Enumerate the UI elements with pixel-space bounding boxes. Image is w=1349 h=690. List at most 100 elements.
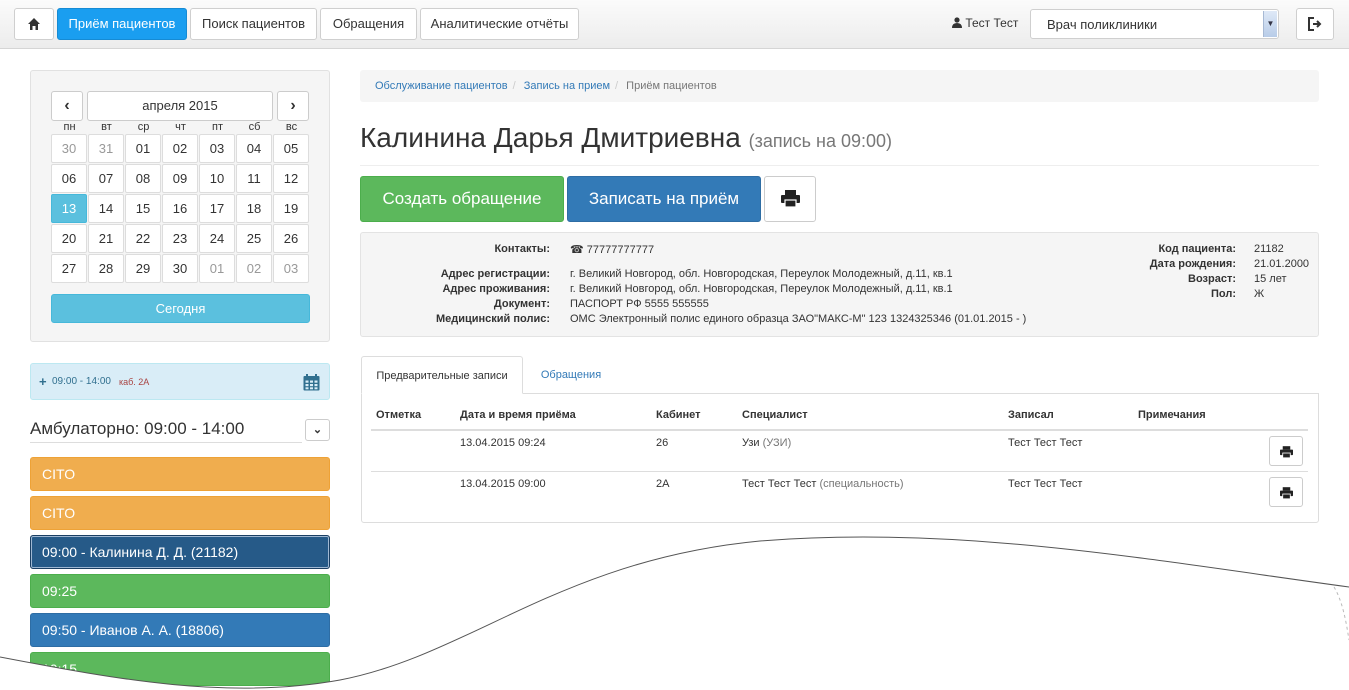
calendar-day[interactable]: 25 (236, 224, 272, 253)
calendar-day[interactable]: 11 (236, 164, 272, 193)
weekday-label: пт (212, 121, 223, 133)
calendar-day[interactable]: 09 (162, 164, 198, 193)
document-value: ПАСПОРТ РФ 5555 555555 (570, 298, 709, 310)
phone-icon: ☎ (570, 244, 584, 256)
calendar-day[interactable]: 04 (236, 134, 272, 163)
print-button[interactable] (764, 176, 816, 222)
schedule-info[interactable]: + 09:00 - 14:00 каб. 2А (30, 363, 330, 400)
cell-specialist: Тест Тест Тест (специальность) (742, 478, 904, 490)
calendar-day[interactable]: 15 (125, 194, 161, 223)
appointment-note: (запись на 09:00) (748, 131, 893, 151)
row-print-button[interactable] (1269, 477, 1303, 507)
calendar-day[interactable]: 12 (273, 164, 309, 193)
schedule-range: 09:00 - 14:00 (52, 376, 111, 387)
calendar-day[interactable]: 16 (162, 194, 198, 223)
calendar-day[interactable]: 06 (51, 164, 87, 193)
calendar-day[interactable]: 03 (273, 254, 309, 283)
chevron-down-icon: ⌄ (312, 424, 323, 436)
calendar-day[interactable]: 31 (88, 134, 124, 163)
calendar-day[interactable]: 26 (273, 224, 309, 253)
breadcrumb-link[interactable]: Обслуживание пациентов (375, 80, 508, 92)
breadcrumb-link[interactable]: Запись на прием (524, 80, 610, 92)
calendar-day[interactable]: 24 (199, 224, 235, 253)
nav-tab-reports[interactable]: Аналитические отчёты (420, 8, 579, 40)
nav-tab-patient-reception[interactable]: Приём пациентов (57, 8, 187, 40)
user-menu[interactable]: Тест Тест (952, 16, 1018, 30)
home-button[interactable] (14, 8, 54, 40)
ambulatory-toggle-button[interactable]: ⌄ (305, 419, 330, 441)
page-title: Калинина Дарья Дмитриевна (запись на 09:… (360, 122, 892, 154)
age-label: Возраст: (1188, 273, 1236, 285)
patient-code-value: 21182 (1254, 243, 1284, 255)
row-divider (371, 471, 1308, 472)
calendar-day[interactable]: 21 (88, 224, 124, 253)
calendar-day[interactable]: 22 (125, 224, 161, 253)
schedule-slot[interactable]: 09:50 - Иванов А. А. (18806) (30, 613, 330, 647)
schedule-slot[interactable]: 10:15 (30, 652, 330, 686)
breadcrumb: Обслуживание пациентов / Запись на прием /… (360, 70, 1319, 102)
calendar-day[interactable]: 02 (236, 254, 272, 283)
create-appeal-button[interactable]: Создать обращение (360, 176, 564, 222)
today-button[interactable]: Сегодня (51, 294, 310, 323)
table-header: Дата и время приёма (460, 409, 576, 421)
age-value: 15 лет (1254, 273, 1287, 285)
next-month-button[interactable]: › (277, 91, 309, 121)
logout-icon (1308, 17, 1322, 31)
cell-specialist: Узи (УЗИ) (742, 437, 791, 449)
row-print-button[interactable] (1269, 436, 1303, 466)
live-address-label: Адрес проживания: (442, 283, 550, 295)
calendar-day[interactable]: 23 (162, 224, 198, 253)
weekday-label: пн (63, 121, 76, 133)
schedule-slot[interactable]: CITO (30, 457, 330, 491)
weekday-label: вт (101, 121, 112, 133)
weekday-label: сб (248, 121, 261, 133)
calendar-day[interactable]: 30 (51, 134, 87, 163)
book-appointment-button[interactable]: Записать на приём (567, 176, 761, 222)
cell-recorded-by: Тест Тест Тест (1008, 437, 1083, 449)
ambulatory-title: Амбулаторно: 09:00 - 14:00 (30, 419, 245, 438)
logout-button[interactable] (1296, 8, 1334, 40)
schedule-slot[interactable]: CITO (30, 496, 330, 530)
role-select[interactable]: Врач поликлиники ▼ (1030, 9, 1279, 39)
prev-month-button[interactable]: ‹ (51, 91, 83, 121)
nav-tab-appeals[interactable]: Обращения (320, 8, 417, 40)
calendar-panel: ‹ апреля 2015 › пн вт ср чт пт сб вс 30 31 01 02 03… (30, 70, 330, 342)
calendar-day[interactable]: 19 (273, 194, 309, 223)
chevron-down-icon: ▼ (1263, 11, 1277, 37)
calendar-day[interactable]: 07 (88, 164, 124, 193)
calendar-day[interactable]: 29 (125, 254, 161, 283)
schedule-slot-current[interactable]: 09:00 - Калинина Д. Д. (21182) (30, 535, 330, 569)
calendar-day[interactable]: 03 (199, 134, 235, 163)
divider (360, 165, 1319, 166)
calendar-day[interactable]: 10 (199, 164, 235, 193)
calendar-day[interactable]: 14 (88, 194, 124, 223)
calendar-day[interactable]: 27 (51, 254, 87, 283)
reg-address-value: г. Великий Новгород, обл. Новгородская, … (570, 268, 953, 280)
tab-appeals[interactable]: Обращения (525, 356, 617, 394)
table-header: Специалист (742, 409, 808, 421)
calendar-day[interactable]: 18 (236, 194, 272, 223)
weekday-label: вс (285, 121, 298, 133)
calendar-day[interactable]: 28 (88, 254, 124, 283)
table-header: Записал (1008, 409, 1054, 421)
calendar-day[interactable]: 17 (199, 194, 235, 223)
calendar-day[interactable]: 01 (125, 134, 161, 163)
nav-tab-patient-search[interactable]: Поиск пациентов (190, 8, 317, 40)
calendar-day[interactable]: 05 (273, 134, 309, 163)
calendar-icon[interactable] (303, 374, 320, 391)
calendar-day[interactable]: 08 (125, 164, 161, 193)
calendar-day[interactable]: 20 (51, 224, 87, 253)
printer-icon (1280, 446, 1293, 459)
cell-datetime: 13.04.2015 09:24 (460, 437, 546, 449)
calendar-day[interactable]: 01 (199, 254, 235, 283)
tab-pre-appointments[interactable]: Предварительные записи (361, 356, 523, 394)
schedule-slot[interactable]: 09:25 (30, 574, 330, 608)
calendar-day[interactable]: 02 (162, 134, 198, 163)
calendar-day[interactable]: 13 (51, 194, 87, 223)
calendar-day[interactable]: 30 (162, 254, 198, 283)
breadcrumb-current: Приём пациентов (626, 80, 717, 92)
weekday-label: ср (137, 121, 150, 133)
patient-code-label: Код пациента: (1158, 243, 1236, 255)
calendar-month[interactable]: апреля 2015 (87, 91, 273, 121)
policy-label: Медицинский полис: (435, 313, 550, 325)
